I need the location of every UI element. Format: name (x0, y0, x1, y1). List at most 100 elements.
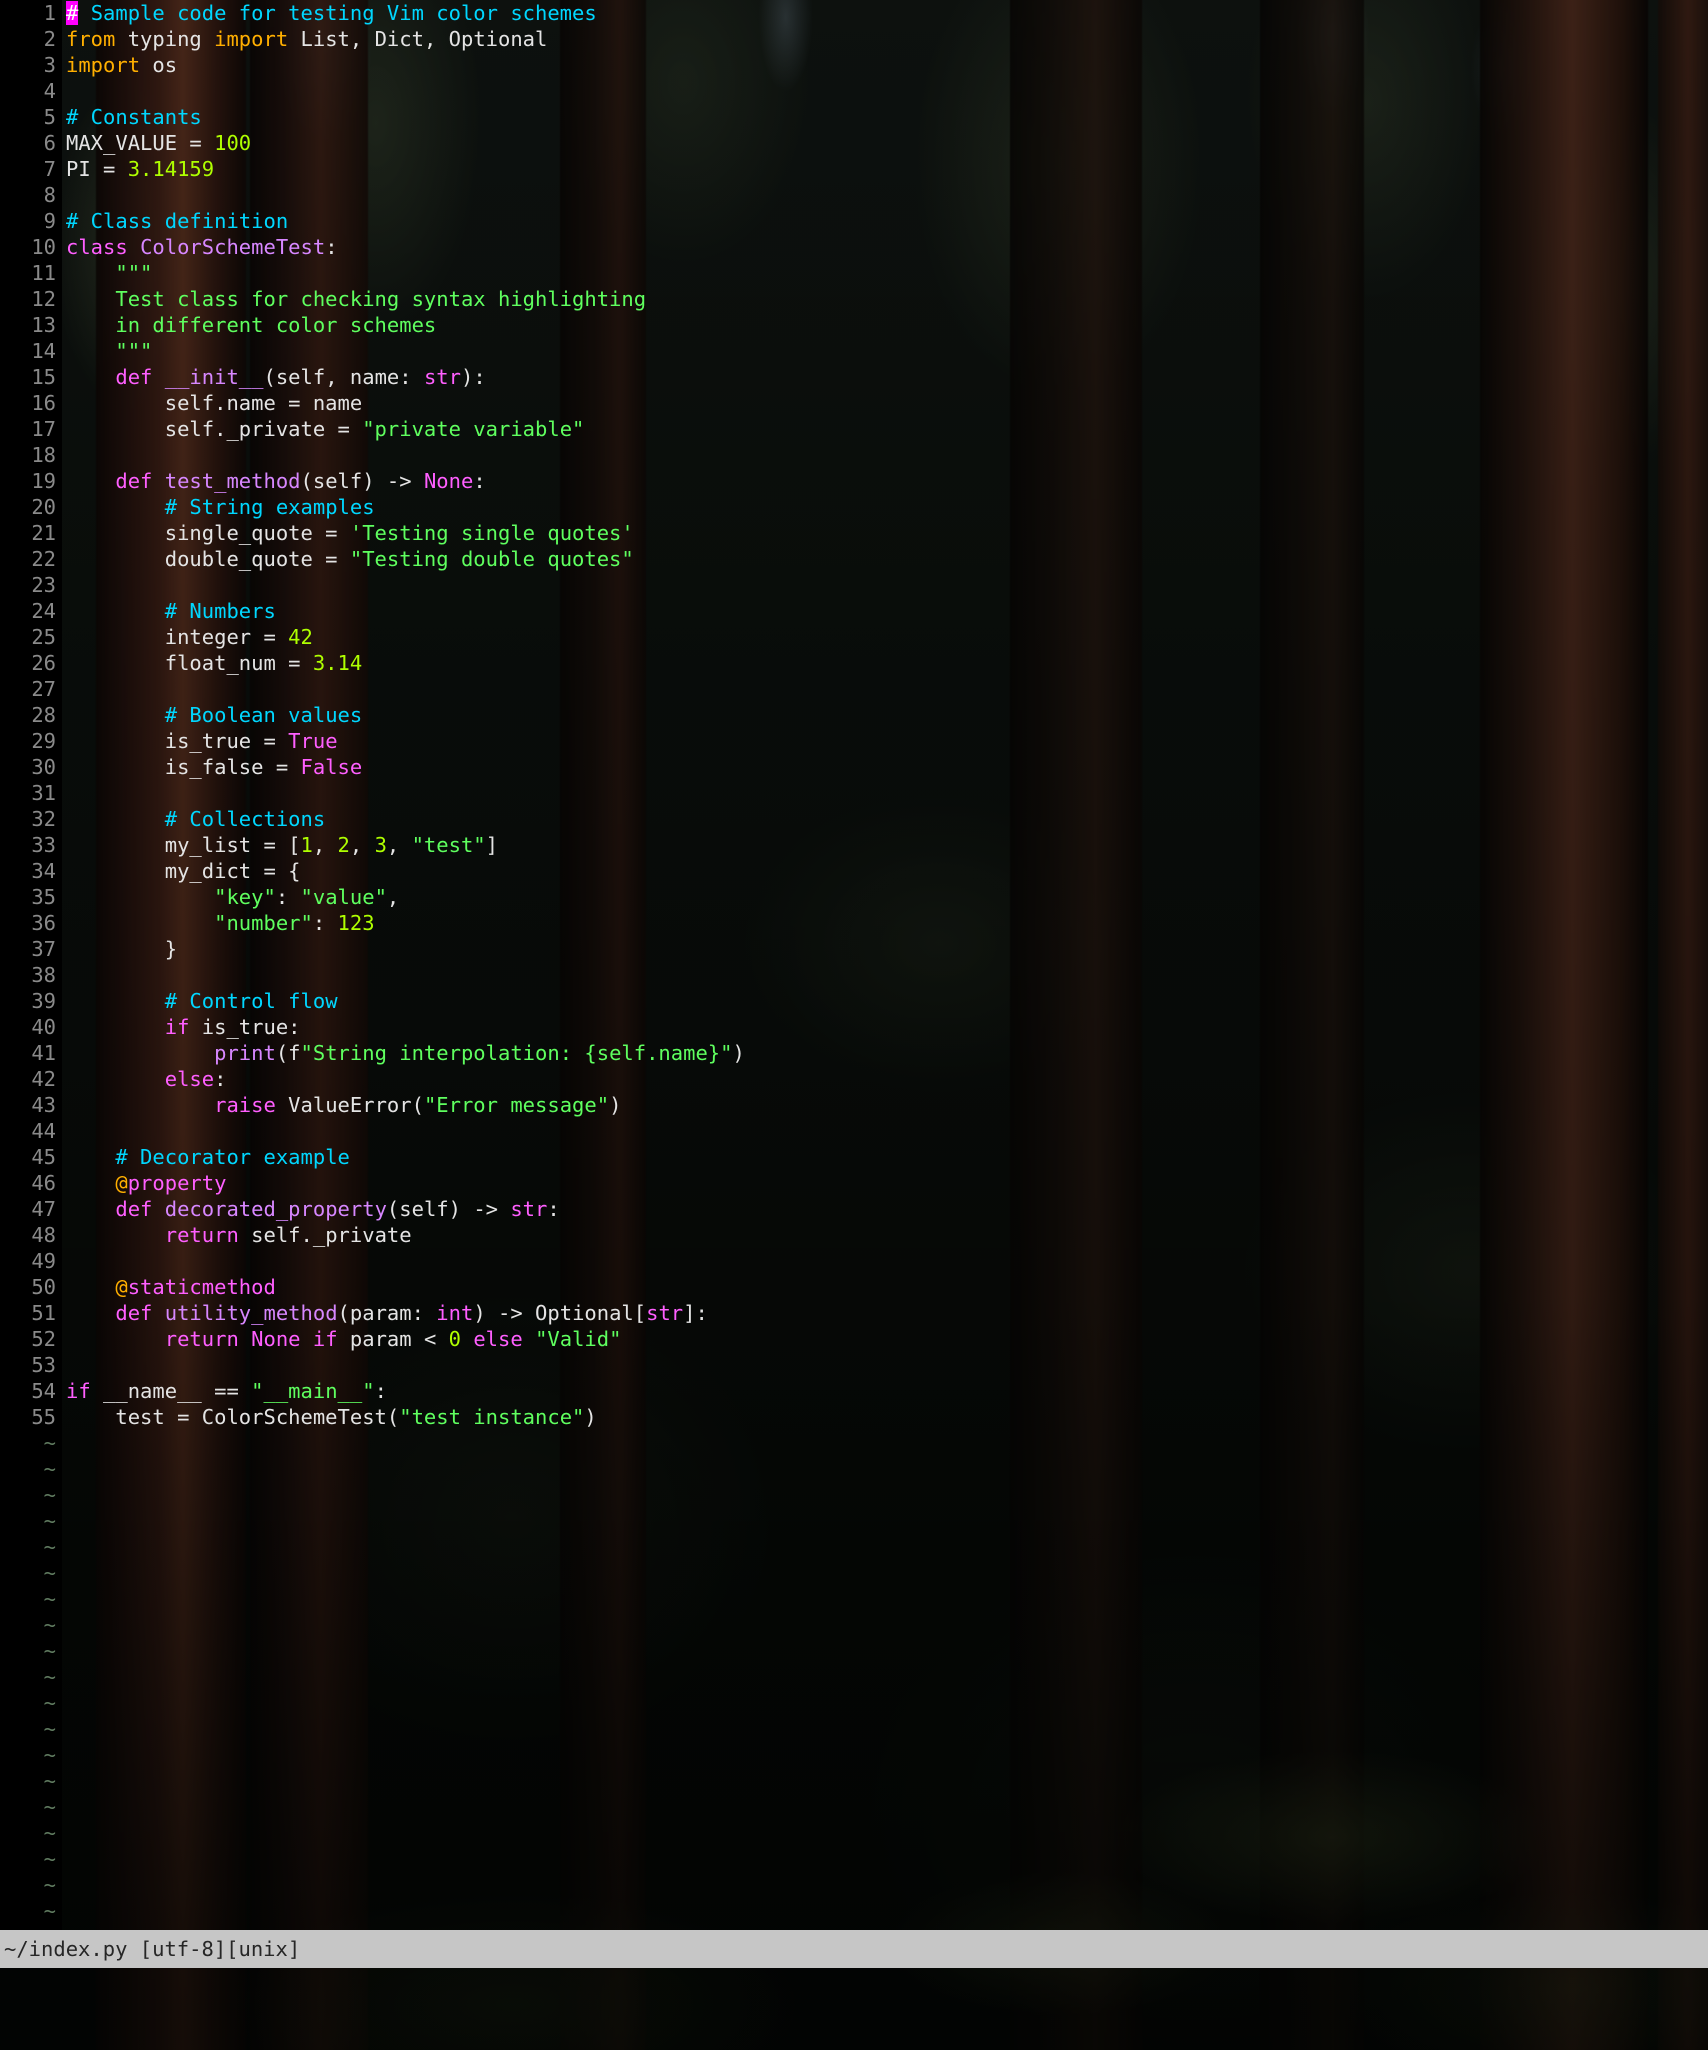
code-line[interactable]: 17 self._private = "private variable" (0, 416, 1708, 442)
code-line[interactable]: 35 "key": "value", (0, 884, 1708, 910)
code-line[interactable]: 5 # Constants (0, 104, 1708, 130)
code-line[interactable]: 21 single_quote = 'Testing single quotes… (0, 520, 1708, 546)
code-line[interactable]: 29 is_true = True (0, 728, 1708, 754)
below-statusline-area (0, 1968, 1708, 2050)
code-line[interactable]: 55 test = ColorSchemeTest("test instance… (0, 1404, 1708, 1430)
code-token: if (66, 1379, 91, 1403)
code-line[interactable]: 39 # Control flow (0, 988, 1708, 1014)
code-token: decorated_property (164, 1197, 387, 1221)
line-number: 41 (31, 1041, 56, 1065)
code-text: my_list = [1, 2, 3, "test"] (56, 832, 498, 858)
code-token: int (436, 1301, 474, 1325)
code-line[interactable]: 11 """ (0, 260, 1708, 286)
empty-line-row: ~ (0, 1430, 1708, 1456)
code-line[interactable]: 22 double_quote = "Testing double quotes… (0, 546, 1708, 572)
code-token: "Valid" (535, 1327, 622, 1351)
code-line[interactable]: 37 } (0, 936, 1708, 962)
code-token: None (251, 1327, 301, 1351)
code-line[interactable]: 33 my_list = [1, 2, 3, "test"] (0, 832, 1708, 858)
code-token: str (510, 1197, 548, 1221)
code-token: } (66, 937, 178, 961)
code-token: : (275, 885, 301, 909)
code-text: @property (56, 1170, 226, 1196)
code-lines[interactable]: 1 # Sample code for testing Vim color sch… (0, 0, 1708, 1430)
code-line[interactable]: 30 is_false = False (0, 754, 1708, 780)
code-line[interactable]: 52 return None if param < 0 else "Valid" (0, 1326, 1708, 1352)
code-line[interactable]: 14 """ (0, 338, 1708, 364)
code-line[interactable]: 26 float_num = 3.14 (0, 650, 1708, 676)
code-line[interactable]: 13 in different color schemes (0, 312, 1708, 338)
code-token: if (312, 1327, 338, 1351)
code-line[interactable]: 51 def utility_method(param: int) -> Opt… (0, 1300, 1708, 1326)
code-line[interactable]: 53 (0, 1352, 1708, 1378)
code-line[interactable]: 1 # Sample code for testing Vim color sch… (0, 0, 1708, 26)
code-line[interactable]: 8 (0, 182, 1708, 208)
code-token: False (300, 755, 363, 779)
code-line[interactable]: 12 Test class for checking syntax highli… (0, 286, 1708, 312)
code-text: def decorated_property(self) -> str: (56, 1196, 559, 1222)
line-number: 2 (43, 27, 56, 51)
code-line[interactable]: 50 @staticmethod (0, 1274, 1708, 1300)
code-line[interactable]: 19 def test_method(self) -> None: (0, 468, 1708, 494)
code-line[interactable]: 48 return self._private (0, 1222, 1708, 1248)
code-line[interactable]: 31 (0, 780, 1708, 806)
empty-line-row: ~ (0, 1612, 1708, 1638)
code-line[interactable]: 25 integer = 42 (0, 624, 1708, 650)
code-text: from typing import List, Dict, Optional (56, 26, 547, 52)
code-token: (self) -> (386, 1197, 511, 1221)
code-line[interactable]: 54 if __name__ == "__main__": (0, 1378, 1708, 1404)
tilde-marker: ~ (43, 1691, 56, 1715)
code-token: # Control flow (164, 989, 338, 1013)
line-number: 52 (31, 1327, 56, 1351)
code-token: ) (609, 1093, 622, 1117)
code-line[interactable]: 44 (0, 1118, 1708, 1144)
code-line[interactable]: 15 def __init__(self, name: str): (0, 364, 1708, 390)
code-line[interactable]: 46 @property (0, 1170, 1708, 1196)
line-number: 25 (31, 625, 56, 649)
code-line[interactable]: 10 class ColorSchemeTest: (0, 234, 1708, 260)
code-line[interactable]: 24 # Numbers (0, 598, 1708, 624)
code-line[interactable]: 47 def decorated_property(self) -> str: (0, 1196, 1708, 1222)
code-token: , (386, 833, 412, 857)
code-line[interactable]: 16 self.name = name (0, 390, 1708, 416)
line-number: 38 (31, 963, 56, 987)
code-token: import (214, 27, 289, 51)
code-line[interactable]: 7 PI = 3.14159 (0, 156, 1708, 182)
code-line[interactable]: 34 my_dict = { (0, 858, 1708, 884)
code-text: single_quote = 'Testing single quotes' (56, 520, 634, 546)
code-line[interactable]: 9 # Class definition (0, 208, 1708, 234)
code-line[interactable]: 23 (0, 572, 1708, 598)
line-number: 51 (31, 1301, 56, 1325)
code-line[interactable]: 41 print(f"String interpolation: {self.n… (0, 1040, 1708, 1066)
tilde-marker: ~ (43, 1795, 56, 1819)
code-text: # Class definition (56, 208, 288, 234)
code-token: str (423, 365, 461, 389)
code-line[interactable]: 27 (0, 676, 1708, 702)
code-line[interactable]: 32 # Collections (0, 806, 1708, 832)
code-token: 42 (288, 625, 313, 649)
code-line[interactable]: 20 # String examples (0, 494, 1708, 520)
code-line[interactable]: 45 # Decorator example (0, 1144, 1708, 1170)
tilde-marker: ~ (43, 1483, 56, 1507)
code-line[interactable]: 18 (0, 442, 1708, 468)
code-line[interactable]: 42 else: (0, 1066, 1708, 1092)
vim-text-area[interactable]: 1 # Sample code for testing Vim color sch… (0, 0, 1708, 1930)
code-line[interactable]: 2 from typing import List, Dict, Optional (0, 26, 1708, 52)
code-line[interactable]: 4 (0, 78, 1708, 104)
code-token: (self, name: (263, 365, 424, 389)
code-line[interactable]: 38 (0, 962, 1708, 988)
code-line[interactable]: 49 (0, 1248, 1708, 1274)
code-line[interactable]: 36 "number": 123 (0, 910, 1708, 936)
code-line[interactable]: 43 raise ValueError("Error message") (0, 1092, 1708, 1118)
code-line[interactable]: 40 if is_true: (0, 1014, 1708, 1040)
code-line[interactable]: 6 MAX_VALUE = 100 (0, 130, 1708, 156)
code-line[interactable]: 28 # Boolean values (0, 702, 1708, 728)
code-line[interactable]: 3 import os (0, 52, 1708, 78)
code-text: return None if param < 0 else "Valid" (56, 1326, 622, 1352)
